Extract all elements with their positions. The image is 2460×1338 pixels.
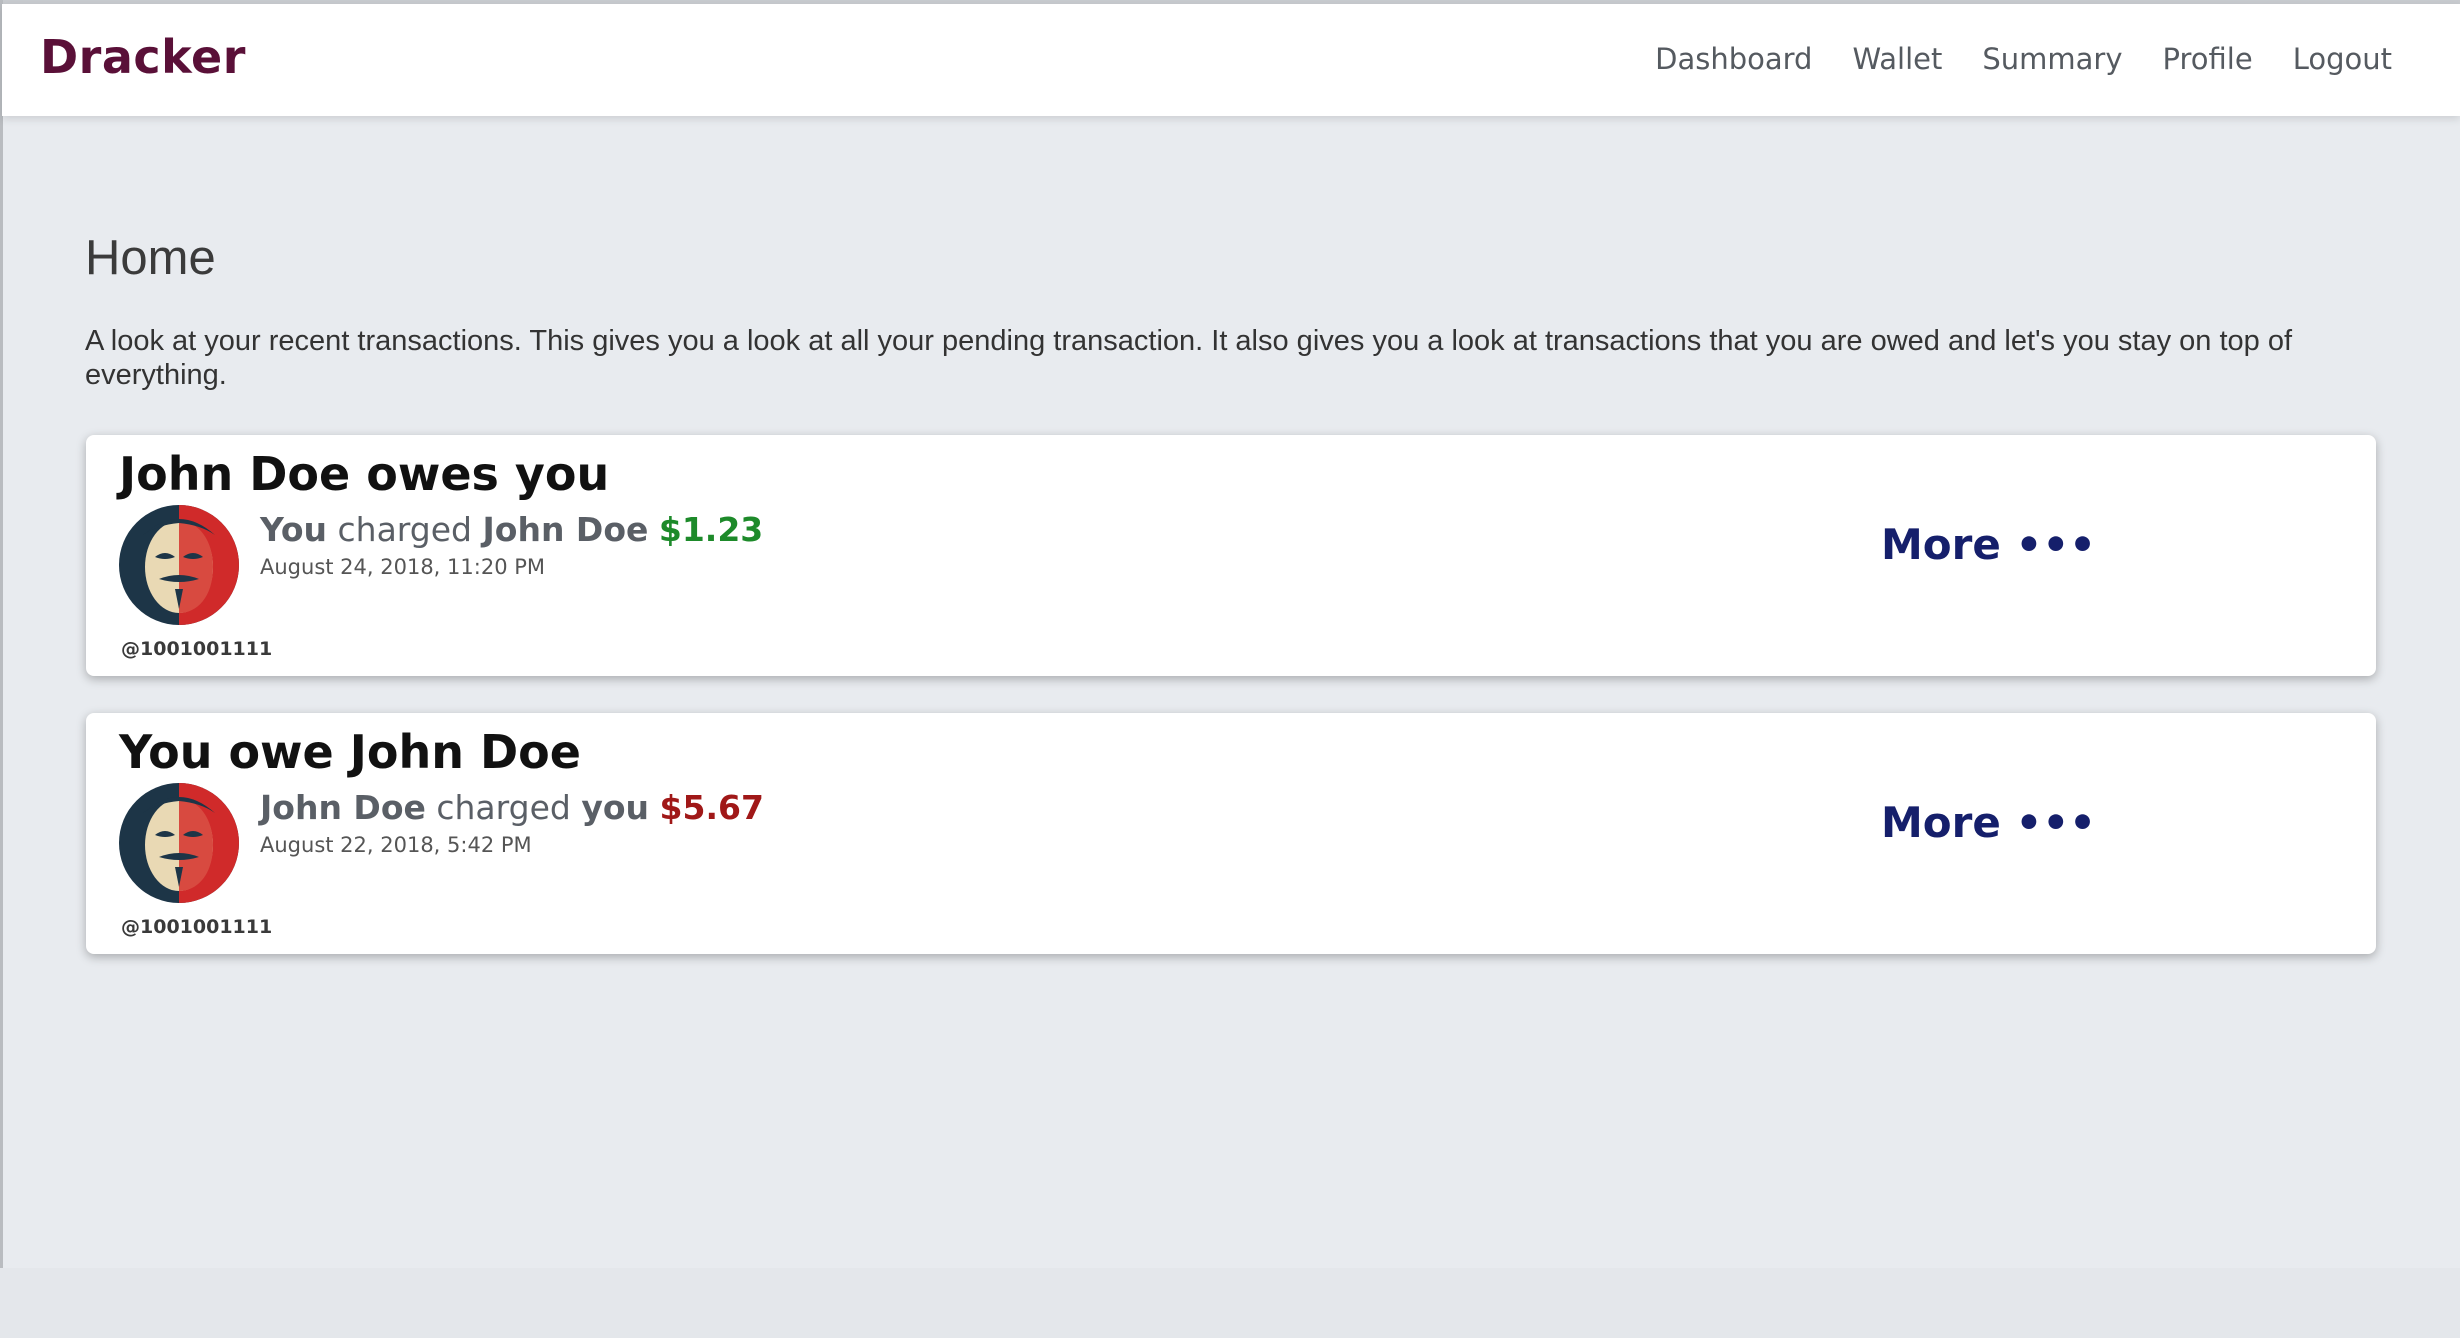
avatar (119, 783, 239, 903)
tx-verb: charged (337, 510, 472, 549)
page-title: Home (85, 231, 216, 285)
mask-avatar-icon (119, 783, 239, 903)
tx-amount: $5.67 (659, 788, 764, 827)
tx-actor: John Doe (260, 788, 426, 827)
page-footer-area (0, 1268, 2460, 1338)
user-handle: @1001001111 (121, 638, 273, 660)
card-title: John Doe owes you (119, 447, 610, 501)
tx-date: August 22, 2018, 5:42 PM (260, 833, 532, 857)
nav-logout[interactable]: Logout (2293, 42, 2392, 76)
tx-verb: charged (436, 788, 571, 827)
tx-date: August 24, 2018, 11:20 PM (260, 555, 546, 579)
nav-summary[interactable]: Summary (1982, 42, 2122, 76)
transaction-card: You owe John Doe John Doe charged you $5… (86, 713, 2376, 954)
nav-links: Dashboard Wallet Summary Profile Logout (1655, 42, 2392, 76)
nav-dashboard[interactable]: Dashboard (1655, 42, 1812, 76)
more-button[interactable]: More ••• (1881, 520, 2096, 569)
brand-logo[interactable]: Dracker (40, 30, 246, 84)
avatar (119, 505, 239, 625)
transaction-summary: John Doe charged you $5.67 (260, 788, 764, 827)
nav-profile[interactable]: Profile (2163, 42, 2253, 76)
window-left-border (0, 0, 3, 1268)
navbar: Dracker Dashboard Wallet Summary Profile… (2, 4, 2460, 116)
tx-target: John Doe (482, 510, 649, 549)
tx-amount: $1.23 (658, 510, 764, 549)
transaction-card: John Doe owes you You charged John Doe $… (86, 435, 2376, 676)
nav-wallet[interactable]: Wallet (1852, 42, 1942, 76)
tx-actor: You (260, 510, 328, 549)
tx-target: you (581, 788, 650, 827)
mask-avatar-icon (119, 505, 239, 625)
main-content: Home A look at your recent transactions.… (85, 230, 2380, 392)
user-handle: @1001001111 (121, 916, 273, 938)
more-button[interactable]: More ••• (1881, 798, 2096, 847)
page-description: A look at your recent transactions. This… (85, 325, 2293, 391)
transaction-summary: You charged John Doe $1.23 (260, 510, 763, 549)
card-title: You owe John Doe (119, 725, 581, 779)
